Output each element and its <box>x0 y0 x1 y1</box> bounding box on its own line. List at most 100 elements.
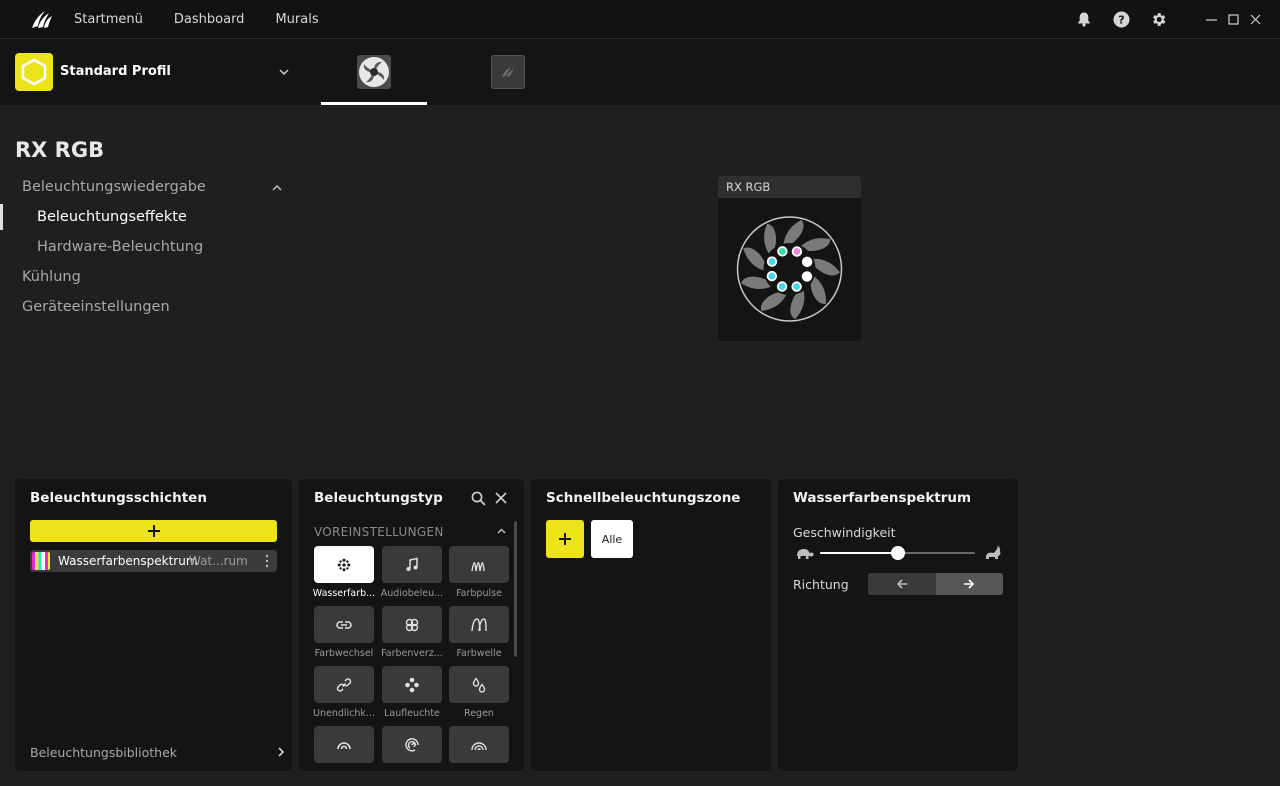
effect-tile[interactable] <box>382 546 442 583</box>
wave-icon <box>470 617 488 632</box>
effect-tile-label: Audiobeleu... <box>380 588 444 599</box>
direction-right-button[interactable] <box>935 573 1003 595</box>
effect-tile[interactable] <box>382 726 442 763</box>
scrollbar[interactable] <box>514 521 517 657</box>
chevron-up-icon[interactable] <box>271 182 283 194</box>
rain-icon <box>471 676 487 693</box>
speed-label: Geschwindigkeit <box>793 525 896 540</box>
led-dot <box>803 273 811 280</box>
effect-tile-label: Farbpulse <box>456 588 502 599</box>
nav-kuehlung[interactable]: Kühlung <box>22 269 81 285</box>
bell-icon[interactable] <box>1075 10 1093 28</box>
watercolor-icon <box>337 558 351 572</box>
chevron-up-icon[interactable] <box>496 526 507 537</box>
led-dot <box>768 272 776 280</box>
quick-zone-panel: Schnellbeleuchtungszone Alle <box>531 479 771 771</box>
led-dot <box>793 248 801 255</box>
device-tab-rx-rgb[interactable] <box>321 39 427 105</box>
effect-tile-label: Unendlichk... <box>313 708 375 719</box>
minimize-icon[interactable] <box>1200 0 1222 38</box>
speed-slider-fill <box>820 552 898 554</box>
nav-geraeteeinstellungen[interactable]: Geräteeinstellungen <box>22 299 170 315</box>
effect-tile[interactable] <box>382 606 442 643</box>
direction-label: Richtung <box>793 577 849 592</box>
rainbow-icon <box>470 738 488 752</box>
close-icon[interactable] <box>494 491 508 505</box>
more-vertical-icon[interactable] <box>265 554 269 568</box>
effect-panel-title: Wasserfarbenspektrum <box>793 490 972 506</box>
effect-tile[interactable] <box>449 606 509 643</box>
arrow-right-icon <box>964 579 975 589</box>
effect-tile[interactable] <box>314 546 374 583</box>
effect-tile-label: Farbwelle <box>456 648 502 659</box>
rabbit-icon <box>986 545 1001 559</box>
arrow-left-icon <box>896 579 907 589</box>
direction-left-button[interactable] <box>868 573 936 595</box>
effect-tile-label: Laufleuchte <box>384 708 440 719</box>
effect-tile[interactable] <box>449 666 509 703</box>
shift-icon <box>404 617 420 633</box>
layer-name: Wasserfarbenspektrum <box>58 554 198 568</box>
add-zone-button[interactable] <box>546 520 584 558</box>
nav-murals[interactable]: Murals <box>275 12 318 27</box>
maximize-icon[interactable] <box>1222 0 1244 38</box>
effect-tile-label: Farbwechsel <box>314 648 374 659</box>
device-preview-card[interactable]: RX RGB <box>718 176 861 341</box>
led-dot <box>793 283 801 291</box>
nav-dashboard[interactable]: Dashboard <box>174 12 245 27</box>
zone-all-button[interactable]: Alle <box>591 520 633 558</box>
profile-name[interactable]: Standard Profil <box>60 64 171 79</box>
device-title: RX RGB <box>15 138 105 162</box>
led-dot <box>768 258 776 265</box>
presets-label: VOREINSTELLUNGEN <box>314 525 444 539</box>
music-note-icon <box>404 557 420 573</box>
arc-icon <box>335 739 353 751</box>
layer-row[interactable]: Wasserfarbenspektrum Wat...rum <box>30 550 277 572</box>
plus-icon <box>559 533 571 545</box>
led-dot <box>803 258 811 266</box>
led-dot <box>778 283 786 290</box>
profile-hexagon-icon[interactable] <box>15 53 53 91</box>
effect-tile-label: Wasserfarb... <box>312 588 376 599</box>
svg-text:?: ? <box>1118 13 1124 26</box>
led-dot <box>778 247 786 255</box>
nav-beleuchtungseffekte[interactable]: Beleuchtungseffekte <box>37 209 187 225</box>
title-bar: Startmenü Dashboard Murals ? <box>0 0 1280 38</box>
fan-thumbnail-icon <box>357 55 391 89</box>
corsair-logo-icon[interactable] <box>29 6 55 32</box>
chevron-down-icon[interactable] <box>277 65 291 79</box>
type-panel-title: Beleuchtungstyp <box>314 490 443 506</box>
profile-bar: Standard Profil <box>0 38 1280 105</box>
effect-tile-label: Regen <box>464 708 494 719</box>
effect-tile[interactable] <box>314 726 374 763</box>
effect-tile-label: Farbenverz... <box>381 648 443 659</box>
spiral-icon <box>404 737 420 753</box>
effect-settings-panel: Wasserfarbenspektrum Geschwindigkeit Ric… <box>778 479 1018 771</box>
active-indicator <box>0 204 3 230</box>
add-layer-button[interactable] <box>30 520 277 542</box>
quick-zone-title: Schnellbeleuchtungszone <box>546 490 741 506</box>
chevron-right-icon[interactable] <box>276 745 286 759</box>
lighting-type-panel: Beleuchtungstyp VOREINSTELLUNGEN Wasserf… <box>299 479 524 771</box>
fan-led-preview <box>736 216 843 322</box>
search-icon[interactable] <box>471 491 486 506</box>
help-icon[interactable]: ? <box>1112 10 1130 28</box>
infinity-icon <box>336 677 352 693</box>
nav-startmenu[interactable]: Startmenü <box>74 12 143 27</box>
device-tab-hub[interactable] <box>490 39 526 105</box>
effect-tile[interactable] <box>449 726 509 763</box>
nav-beleuchtungswiedergabe[interactable]: Beleuchtungswiedergabe <box>22 179 206 195</box>
pulse-wave-icon <box>470 558 488 572</box>
watercolor-thumbnail-icon <box>32 552 50 570</box>
effect-tile[interactable] <box>314 666 374 703</box>
direction-toggle <box>868 573 1003 595</box>
effect-tile[interactable] <box>449 546 509 583</box>
hub-thumbnail-icon <box>491 55 525 89</box>
lighting-library-link[interactable]: Beleuchtungsbibliothek <box>30 745 177 760</box>
gear-icon[interactable] <box>1149 10 1167 28</box>
speed-slider-knob[interactable] <box>890 546 905 560</box>
effect-tile[interactable] <box>314 606 374 643</box>
close-icon[interactable] <box>1244 0 1266 38</box>
nav-hardware-beleuchtung[interactable]: Hardware-Beleuchtung <box>37 239 203 255</box>
effect-tile[interactable] <box>382 666 442 703</box>
